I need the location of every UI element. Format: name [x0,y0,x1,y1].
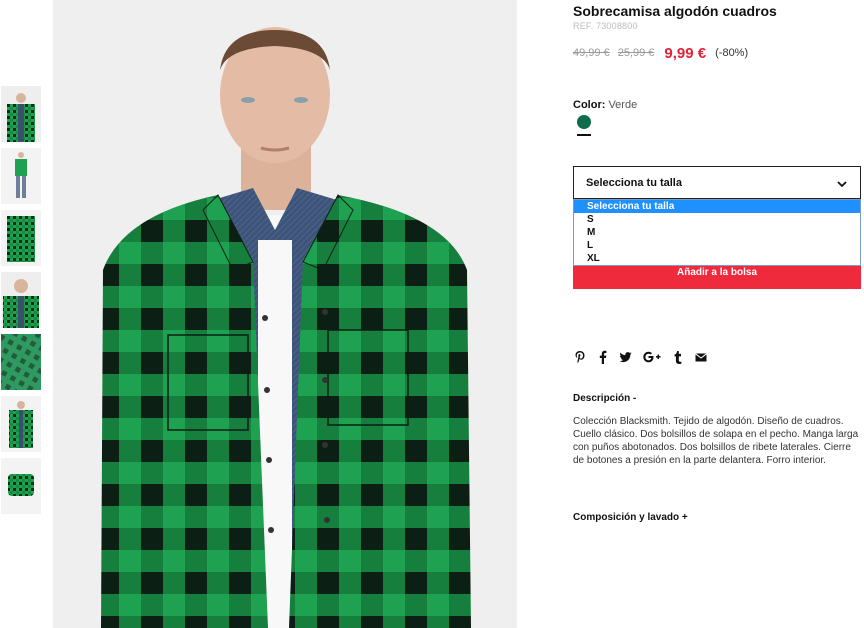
size-option-placeholder[interactable]: Selecciona tu talla [574,200,860,213]
twitter-icon[interactable] [620,350,632,364]
color-value: Verde [608,99,638,111]
price-row: 49,99 € 25,99 € 9,99 € (-80%) [573,44,748,62]
swatch-selected-indicator [577,134,591,136]
description-toggle[interactable]: Descripción - [573,393,636,404]
size-select[interactable]: Selecciona tu talla [573,166,861,199]
product-panel: Sobrecamisa algodón cuadros REF. 7300880… [573,0,864,628]
size-select-value: Selecciona tu talla [586,177,682,189]
sale-price: 9,99 € [664,44,707,62]
facebook-icon[interactable] [597,350,609,364]
email-icon[interactable] [695,350,707,364]
size-options-list: Selecciona tu talla S M L XL [573,199,861,266]
product-ref: REF. 73008800 [573,21,638,31]
tumblr-icon[interactable] [672,350,684,364]
thumbnail-6[interactable] [1,396,41,452]
thumbnail-3[interactable] [1,210,41,266]
thumbnail-2[interactable] [1,148,41,204]
size-option-l[interactable]: L [574,239,860,252]
description-text: Colección Blacksmith. Tejido de algodón.… [573,416,859,466]
size-option-s[interactable]: S [574,213,860,226]
size-option-m[interactable]: M [574,226,860,239]
google-plus-icon[interactable] [643,350,661,364]
color-swatch-verde[interactable] [577,115,591,129]
old-price-2: 25,99 € [617,47,655,59]
add-to-bag-button[interactable]: Añadir a la bolsa [573,266,861,289]
size-option-xl[interactable]: XL [574,252,860,265]
thumbnail-7[interactable] [1,458,41,514]
chevron-down-icon [836,177,848,189]
thumbnail-1[interactable] [1,86,41,142]
color-row: Color: Verde [573,99,637,111]
discount-badge: (-80%) [715,47,749,59]
share-icons [574,350,718,364]
color-label: Color: [573,99,606,111]
main-product-image[interactable] [53,0,517,628]
composition-toggle[interactable]: Composición y lavado + [573,512,688,523]
thumbnail-5[interactable] [1,334,41,390]
product-title: Sobrecamisa algodón cuadros [573,3,777,19]
thumbnail-4[interactable] [1,272,41,328]
pinterest-icon[interactable] [574,350,586,364]
old-price-1: 49,99 € [573,47,610,59]
